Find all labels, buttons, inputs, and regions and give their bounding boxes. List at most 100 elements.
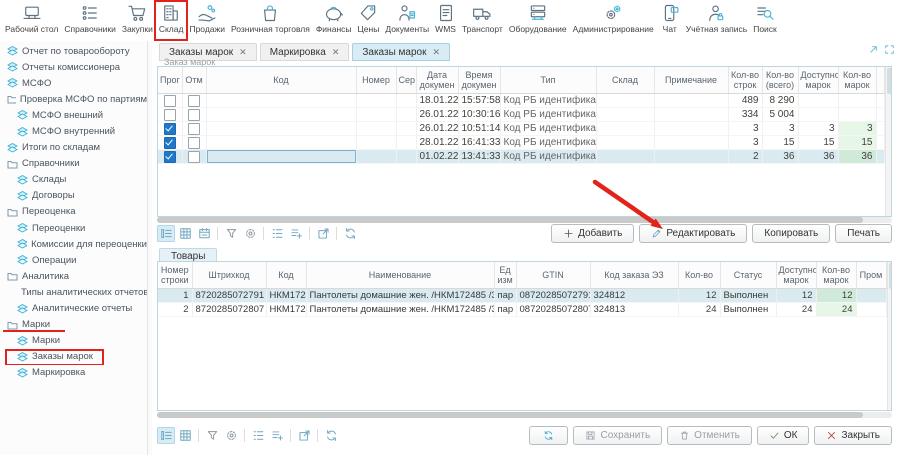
cell-lines[interactable]: 334	[728, 108, 762, 122]
cell-type[interactable]: Код РБ идентификации	[500, 122, 596, 136]
cell-kod[interactable]	[206, 94, 356, 108]
sidebar-item-справочники[interactable]: Справочники	[0, 156, 147, 172]
cell-marks[interactable]	[838, 94, 876, 108]
toolbar-item-prices[interactable]: Цены	[355, 0, 383, 41]
cell-marks[interactable]: 36	[838, 150, 876, 164]
prog-checkbox[interactable]	[164, 137, 176, 149]
cell-time[interactable]: 15:57:58	[458, 94, 500, 108]
settings-button[interactable]	[222, 427, 240, 444]
column-header[interactable]: Штрихкод	[192, 262, 266, 289]
view-table-button[interactable]	[195, 225, 213, 242]
sidebar-item-операции[interactable]: Операции	[0, 252, 147, 268]
cell-lines[interactable]: 3	[728, 122, 762, 136]
cell-order-code[interactable]: 324812	[590, 289, 678, 303]
cell-prog[interactable]	[158, 122, 182, 136]
open-external-button[interactable]	[314, 225, 332, 242]
cell-code[interactable]: НКМ172485	[266, 289, 306, 303]
column-header[interactable]: Номер	[356, 67, 396, 94]
tab-close-icon[interactable]: ✕	[332, 48, 340, 57]
add-to-list-button[interactable]	[268, 427, 286, 444]
cell-otm[interactable]	[182, 150, 206, 164]
toolbar-item-account[interactable]: Учётная запись	[683, 0, 751, 41]
filter-button[interactable]	[203, 427, 221, 444]
cell-lines[interactable]: 3	[728, 136, 762, 150]
cell-available[interactable]: 24	[776, 303, 816, 317]
cell-otm[interactable]	[182, 122, 206, 136]
column-header[interactable]: Отм	[182, 67, 206, 94]
cell-prog[interactable]	[158, 94, 182, 108]
otm-checkbox[interactable]	[188, 109, 200, 121]
cell-barcode[interactable]: 8720285072791	[192, 289, 266, 303]
cancel-button[interactable]: Отменить	[667, 426, 752, 445]
toolbar-item-purchases[interactable]: Закупки	[119, 0, 156, 41]
sidebar-item-склады[interactable]: Склады	[0, 172, 147, 188]
column-header[interactable]: Кол-во марок	[838, 67, 876, 94]
cell-kod[interactable]	[206, 108, 356, 122]
cell-qty[interactable]: 12	[678, 289, 720, 303]
refresh-button[interactable]	[529, 426, 568, 445]
column-header[interactable]: Время докумен	[458, 67, 500, 94]
sidebar-item-заказы-марок[interactable]: Заказы марок	[0, 349, 147, 365]
view-grid-button[interactable]	[176, 225, 194, 242]
sidebar-item-мсфо[interactable]: МСФО	[0, 75, 147, 91]
close-button[interactable]: Закрыть	[814, 426, 892, 445]
cell-type[interactable]: Код РБ идентификации	[500, 94, 596, 108]
cell-unit[interactable]: пар	[494, 289, 516, 303]
sidebar-item-мсфо-внутренний[interactable]: МСФО внутренний	[0, 123, 147, 139]
otm-checkbox[interactable]	[188, 95, 200, 107]
column-header[interactable]: Код заказа ЭЗ	[590, 262, 678, 289]
copy-button[interactable]: Копировать	[752, 224, 830, 243]
cell-order-code[interactable]: 324813	[590, 303, 678, 317]
sidebar-item-договоры[interactable]: Договоры	[0, 188, 147, 204]
cell-lines[interactable]: 489	[728, 94, 762, 108]
table-row[interactable]: 18720285072791НКМ172485Пантолеты домашни…	[158, 289, 886, 303]
column-header[interactable]: Сер	[396, 67, 416, 94]
cell-date[interactable]: 28.01.22	[416, 136, 458, 150]
cell-num[interactable]: 2	[158, 303, 192, 317]
print-button[interactable]: Печать	[835, 224, 892, 243]
column-header[interactable]: Доступно марок	[798, 67, 838, 94]
prog-checkbox[interactable]	[164, 109, 176, 121]
toolbar-item-catalogs[interactable]: Справочники	[61, 0, 119, 41]
prog-checkbox[interactable]	[164, 151, 176, 163]
table-row[interactable]: 18.01.2215:57:58Код РБ идентификации4898…	[158, 94, 884, 108]
refresh-button[interactable]	[322, 427, 340, 444]
tab-1[interactable]: Маркировка✕	[260, 43, 350, 61]
toolbar-item-chat[interactable]: Чат	[657, 0, 683, 41]
cell-date[interactable]: 18.01.22	[416, 94, 458, 108]
toolbar-item-search[interactable]: Поиск	[750, 0, 780, 41]
cell-name[interactable]: Пантолеты домашние жен. /НКМ172485 /36/3…	[306, 289, 494, 303]
sidebar-item-маркировка[interactable]: Маркировка	[0, 365, 147, 381]
tab-2[interactable]: Заказы марок✕	[352, 43, 450, 61]
toolbar-item-sales[interactable]: Продажи	[186, 0, 228, 41]
column-header[interactable]: Наименование	[306, 262, 494, 289]
cell-total[interactable]: 3	[762, 122, 798, 136]
cell-nomer[interactable]	[356, 122, 396, 136]
cell-type[interactable]: Код РБ идентификации	[500, 150, 596, 164]
table-row[interactable]: 26.01.2210:51:14Код РБ идентификации3333	[158, 122, 884, 136]
cell-num[interactable]: 1	[158, 289, 192, 303]
column-header[interactable]	[876, 67, 884, 94]
cell-lines[interactable]: 2	[728, 150, 762, 164]
add-to-list-button[interactable]	[287, 225, 305, 242]
refresh-button[interactable]	[341, 225, 359, 242]
filter-button[interactable]	[222, 225, 240, 242]
column-header[interactable]: Доступно марок	[776, 262, 816, 289]
cell-qty[interactable]: 24	[678, 303, 720, 317]
cell-prog[interactable]	[158, 136, 182, 150]
cell-available[interactable]	[798, 108, 838, 122]
cell-status[interactable]: Выполнен	[720, 289, 776, 303]
cell-ser[interactable]	[396, 108, 416, 122]
cell-total[interactable]: 5 004	[762, 108, 798, 122]
cell-kod[interactable]	[206, 122, 356, 136]
view-grid-button[interactable]	[176, 427, 194, 444]
column-header[interactable]: Номер строки	[158, 262, 192, 289]
view-list-button[interactable]	[157, 225, 175, 242]
column-header[interactable]: Код	[206, 67, 356, 94]
fullscreen-icon[interactable]	[884, 44, 895, 55]
tab-close-icon[interactable]: ✕	[433, 48, 441, 57]
column-header[interactable]: Кол-во	[678, 262, 720, 289]
sidebar-item-аналитические-отчеты[interactable]: Аналитические отчеты	[0, 301, 147, 317]
column-header[interactable]: Прог	[158, 67, 182, 94]
toolbar-item-retail[interactable]: Розничная торговля	[228, 0, 313, 41]
